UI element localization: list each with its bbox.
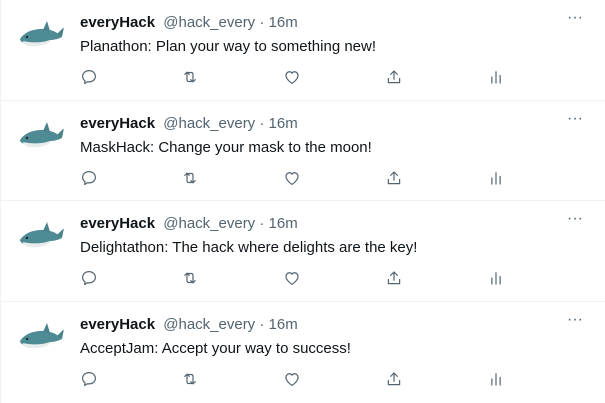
timestamp[interactable]: 16m — [269, 215, 298, 232]
analytics-icon[interactable] — [487, 68, 507, 88]
timestamp[interactable]: 16m — [269, 14, 298, 31]
reply-icon[interactable] — [80, 370, 100, 390]
tweet-actions — [80, 269, 520, 289]
display-name[interactable]: everyHack — [80, 14, 155, 31]
shark-plush-icon — [17, 12, 65, 60]
more-horizontal-icon[interactable]: ··· — [563, 10, 587, 31]
separator: · — [259, 315, 265, 333]
analytics-icon[interactable] — [487, 169, 507, 189]
separator: · — [259, 14, 265, 31]
analytics-icon[interactable] — [487, 370, 507, 390]
more-horizontal-icon[interactable]: ··· — [563, 110, 587, 132]
shark-plush-icon — [17, 313, 65, 362]
more-horizontal-icon[interactable]: ··· — [563, 311, 587, 333]
handle[interactable]: @hack_every — [163, 115, 255, 132]
tweet[interactable]: everyHack @hack_every · 16m ··· MaskHack… — [1, 101, 605, 201]
tweet-header: everyHack @hack_every · 16m — [80, 214, 298, 234]
avatar[interactable] — [17, 12, 65, 60]
reply-icon[interactable] — [80, 68, 100, 88]
avatar[interactable] — [17, 112, 65, 161]
share-icon[interactable] — [385, 370, 405, 390]
tweet-text: MaskHack: Change your mask to the moon! — [80, 138, 372, 156]
share-icon[interactable] — [385, 169, 405, 189]
tweet-actions — [80, 68, 520, 88]
tweet-header: everyHack @hack_every · 16m — [80, 315, 298, 335]
separator: · — [259, 215, 265, 232]
handle[interactable]: @hack_every — [163, 14, 255, 31]
share-icon[interactable] — [385, 68, 405, 88]
heart-icon[interactable] — [283, 370, 303, 390]
separator: · — [259, 114, 265, 132]
tweet[interactable]: everyHack @hack_every · 16m ··· Planatho… — [1, 0, 605, 101]
heart-icon[interactable] — [283, 269, 303, 289]
display-name[interactable]: everyHack — [80, 115, 155, 132]
reply-icon[interactable] — [80, 169, 100, 189]
display-name[interactable]: everyHack — [80, 316, 155, 333]
tweet-text: Delightathon: The hack where delights ar… — [80, 239, 418, 256]
retweet-icon[interactable] — [180, 169, 200, 189]
tweet-header: everyHack @hack_every · 16m — [80, 13, 298, 33]
analytics-icon[interactable] — [487, 269, 507, 289]
reply-icon[interactable] — [80, 269, 100, 289]
more-horizontal-icon[interactable]: ··· — [563, 211, 587, 232]
tweet[interactable]: everyHack @hack_every · 16m ··· Delighta… — [1, 201, 605, 302]
heart-icon[interactable] — [283, 169, 303, 189]
shark-plush-icon — [17, 213, 65, 261]
handle[interactable]: @hack_every — [163, 215, 255, 232]
tweet-header: everyHack @hack_every · 16m — [80, 114, 298, 134]
timestamp[interactable]: 16m — [269, 115, 298, 132]
avatar[interactable] — [17, 313, 65, 362]
handle[interactable]: @hack_every — [163, 316, 255, 333]
heart-icon[interactable] — [283, 68, 303, 88]
tweet-text: AcceptJam: Accept your way to success! — [80, 339, 351, 357]
tweet-feed: everyHack @hack_every · 16m ··· Planatho… — [0, 0, 605, 403]
tweet-actions — [80, 370, 520, 390]
display-name[interactable]: everyHack — [80, 215, 155, 232]
tweet-text: Planathon: Plan your way to something ne… — [80, 38, 377, 55]
avatar[interactable] — [17, 213, 65, 261]
retweet-icon[interactable] — [180, 370, 200, 390]
tweet[interactable]: everyHack @hack_every · 16m ··· AcceptJa… — [1, 302, 605, 403]
timestamp[interactable]: 16m — [269, 316, 298, 333]
retweet-icon[interactable] — [180, 68, 200, 88]
retweet-icon[interactable] — [180, 269, 200, 289]
share-icon[interactable] — [385, 269, 405, 289]
tweet-actions — [80, 169, 520, 189]
shark-plush-icon — [17, 112, 65, 161]
